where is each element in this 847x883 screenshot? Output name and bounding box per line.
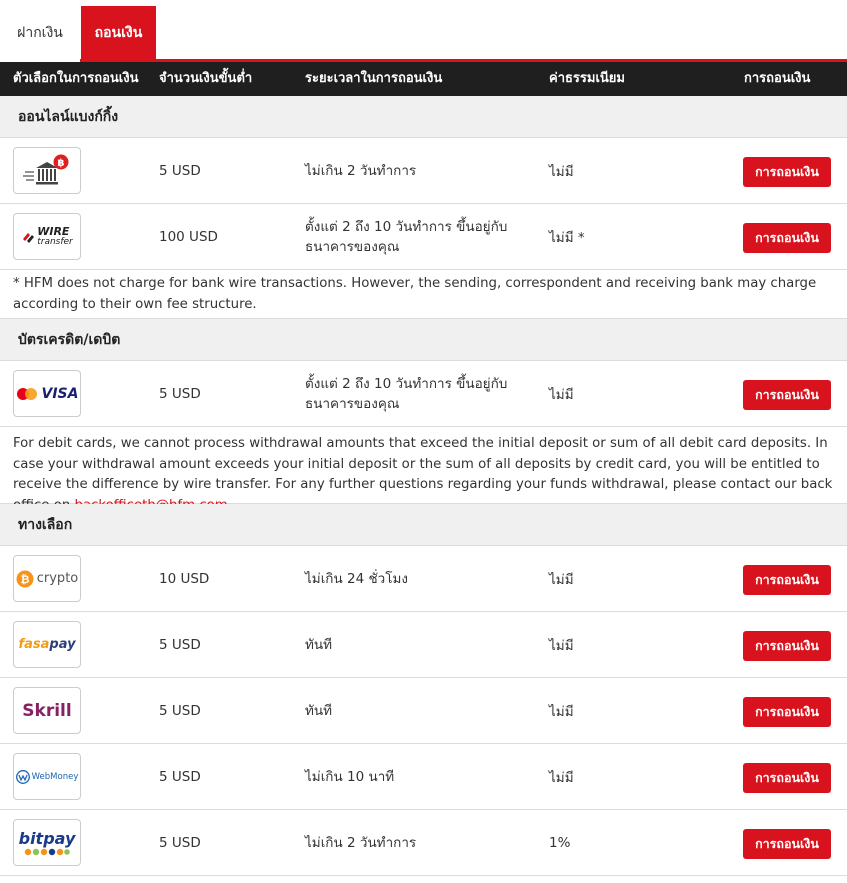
card-withdrawal-note: For debit cards, we cannot process withd… [0,427,847,513]
fee: ไม่มี [549,769,574,786]
mastercard-visa-logo: VISA [13,370,81,417]
minimum-amount: 5 USD [159,768,201,785]
withdraw-button[interactable]: การถอนเงิน [743,631,831,661]
fee: ไม่มี [549,703,574,720]
fee: ไม่มี [549,637,574,654]
withdrawal-time: ไม่เกิน 24 ชั่วโมง [305,570,408,587]
withdraw-button[interactable]: การถอนเงิน [743,565,831,595]
withdrawal-time: ทันที [305,636,333,653]
column-header-minimum: จำนวนเงินขั้นต่ำ [159,71,253,86]
minimum-amount: 5 USD [159,702,201,719]
withdraw-button[interactable]: การถอนเงิน [743,763,831,793]
table-row-bitpay: bitpay 5 USD ไม่เกิน 2 วันทำการ 1% การถอ… [0,810,847,876]
withdrawal-time: ทันที [305,702,333,719]
minimum-amount: 5 USD [159,385,201,402]
withdrawal-time: ตั้งแต่ 2 ถึง 10 วันทำการ ขึ้นอยู่กับธนา… [305,375,508,412]
column-header-action: การถอนเงิน [744,71,811,86]
wire-logo-subtext: transfer [37,236,73,247]
tab-withdraw[interactable]: ถอนเงิน [81,6,156,62]
table-row-visa: VISA 5 USD ตั้งแต่ 2 ถึง 10 วันทำการ ขึ้… [0,361,847,427]
tab-bar: ฝากเงิน ถอนเงิน [0,0,847,62]
fasapay-logo-text: fasa [18,637,50,652]
withdrawal-time: ไม่เกิน 2 วันทำการ [305,162,417,179]
table-row-wire: WIRE transfer 100 USD ตั้งแต่ 2 ถึง 10 ว… [0,204,847,270]
bitpay-logo: bitpay [13,819,81,866]
table-row-crypto: ₿ crypto 10 USD ไม่เกิน 24 ชั่วโมง ไม่มี… [0,546,847,612]
section-title: บัตรเครดิต/เดบิต [18,332,121,348]
fee: ไม่มี [549,571,574,588]
table-row-webmoney: WebMoney 5 USD ไม่เกิน 10 นาที ไม่มี การ… [0,744,847,810]
section-cards: บัตรเครดิต/เดบิต [0,319,847,361]
column-header-time: ระยะเวลาในการถอนเงิน [305,71,443,86]
withdraw-button[interactable]: การถอนเงิน [743,829,831,859]
withdraw-button[interactable]: การถอนเงิน [743,157,831,187]
svg-text:฿: ฿ [58,158,65,169]
fee: ไม่มี * [549,229,585,246]
table-row-bank: ฿ 5 USD ไม่เกิน 2 วันทำการ ไม่มี การถอนเ… [0,138,847,204]
withdraw-button[interactable]: การถอนเงิน [743,380,831,410]
svg-text:₿: ₿ [20,573,29,586]
webmoney-logo-text: WebMoney [31,771,79,782]
wire-fee-note: * HFM does not charge for bank wire tran… [0,270,847,319]
webmoney-logo: WebMoney [13,753,81,800]
minimum-amount: 5 USD [159,162,201,179]
tab-deposit[interactable]: ฝากเงิน [0,6,80,62]
section-online-banking: ออนไลน์แบงก์กิ้ง [0,96,847,138]
section-title: ออนไลน์แบงก์กิ้ง [18,109,119,125]
crypto-logo: ₿ crypto [13,555,81,602]
minimum-amount: 5 USD [159,834,201,851]
wire-logo-text: WIRE [37,224,70,238]
fee: ไม่มี [549,163,574,180]
fasapay-logo: fasa pay [13,621,81,668]
withdraw-button[interactable]: การถอนเงิน [743,697,831,727]
bank-icon: ฿ [13,147,81,194]
minimum-amount: 5 USD [159,636,201,653]
withdrawal-time: ไม่เกิน 10 นาที [305,768,395,785]
table-row-skrill: Skrill 5 USD ทันที ไม่มี การถอนเงิน [0,678,847,744]
section-alternatives: ทางเลือก [0,504,847,546]
table-row-fasapay: fasa pay 5 USD ทันที ไม่มี การถอนเงิน [0,612,847,678]
column-header-fee: ค่าธรรมเนียม [549,71,625,86]
section-title: ทางเลือก [18,517,73,533]
column-header-option: ตัวเลือกในการถอนเงิน [13,71,139,86]
visa-logo-text: VISA [41,385,79,402]
wire-transfer-logo: WIRE transfer [13,213,81,260]
crypto-logo-text: crypto [36,571,79,586]
fee: 1% [549,834,571,851]
table-header: ตัวเลือกในการถอนเงิน จำนวนเงินขั้นต่ำ ระ… [0,62,847,96]
withdrawal-time: ไม่เกิน 2 วันทำการ [305,834,417,851]
minimum-amount: 10 USD [159,570,210,587]
skrill-logo: Skrill [13,687,81,734]
bitpay-logo-text: bitpay [18,828,76,848]
minimum-amount: 100 USD [159,228,218,245]
withdraw-button[interactable]: การถอนเงิน [743,223,831,253]
fee: ไม่มี [549,386,574,403]
withdrawal-time: ตั้งแต่ 2 ถึง 10 วันทำการ ขึ้นอยู่กับธนา… [305,218,508,255]
fasapay-logo-subtext: pay [49,637,76,652]
skrill-logo-text: Skrill [22,700,72,721]
